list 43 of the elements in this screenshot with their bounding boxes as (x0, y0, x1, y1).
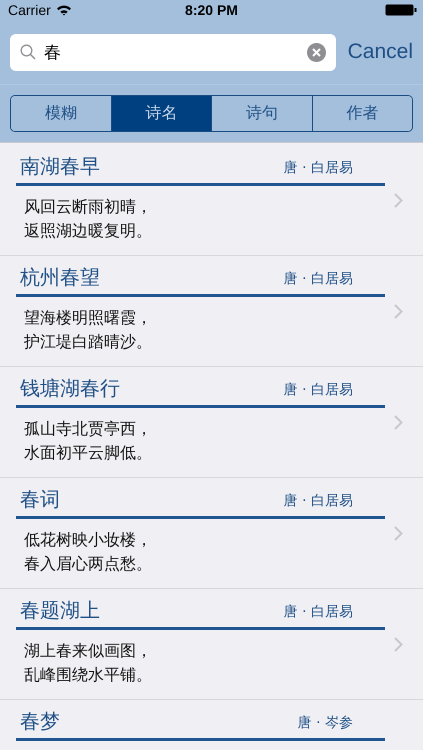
poem-line: 湖上春来似画图， (24, 640, 153, 662)
poem-heading[interactable]: 杭州春望 唐 · 白居易 (16, 256, 385, 297)
chevron-icon (394, 414, 403, 430)
poem-heading[interactable]: 春题湖上 唐 · 白居易 (16, 589, 385, 630)
poem-title: 春词 (19, 486, 60, 513)
poem-title: 春题湖上 (19, 597, 100, 624)
poem-line: 返照湖边暖复明。 (24, 220, 153, 242)
poem-line: 春入眉心两点愁。 (24, 553, 153, 575)
wifi-icon (56, 4, 72, 16)
poem-line: 低花树映小妆楼， (24, 529, 153, 551)
poem-author: 唐 · 白居易 (284, 270, 354, 289)
filter-tab[interactable]: 作者 (312, 96, 412, 131)
search-icon (20, 44, 36, 60)
chevron-icon (394, 192, 403, 208)
poem-author: 唐 · 白居易 (284, 159, 354, 178)
poem-title: 杭州春望 (19, 264, 100, 291)
chevron-icon (394, 526, 403, 540)
poem-line: 乱峰围绕水平铺。 (24, 664, 153, 686)
poem-title: 南湖春早 (19, 153, 100, 180)
poem-title: 钱塘湖春行 (19, 375, 120, 402)
poem-heading[interactable]: 春梦 唐 · 岑参 (16, 700, 385, 741)
poem-heading[interactable]: 南湖春早 唐 · 白居易 (16, 145, 385, 186)
filter-tab[interactable]: 诗名 (110, 96, 211, 131)
chevron-icon (394, 636, 403, 652)
poem-heading[interactable]: 春词 唐 · 白居易 (16, 478, 385, 519)
cancel-button[interactable]: Cancel (348, 40, 413, 64)
poem-author: 唐 · 白居易 (284, 492, 354, 511)
chevron-icon (394, 304, 403, 318)
poem-line: 水面初平云脚低。 (24, 442, 153, 464)
status-time: 8:20 PM (185, 2, 238, 18)
clear-icon[interactable] (306, 42, 326, 62)
search-field[interactable]: 春 (10, 34, 336, 70)
battery-icon (385, 4, 417, 16)
poem-author: 唐 · 白居易 (284, 381, 354, 400)
poem-line: 护江堤白踏晴沙。 (24, 331, 153, 353)
carrier-label: Carrier (8, 2, 51, 18)
poem-line: 望海楼明照曙霞， (24, 307, 153, 329)
poem-author: 唐 · 岑参 (298, 714, 354, 733)
poem-line: 孤山寺北贾亭西， (24, 418, 153, 440)
poem-title: 春梦 (19, 708, 60, 735)
poem-line: 风回云断雨初晴， (24, 196, 153, 218)
poem-heading[interactable]: 钱塘湖春行 唐 · 白居易 (16, 367, 385, 408)
poem-author: 唐 · 白居易 (284, 603, 354, 622)
